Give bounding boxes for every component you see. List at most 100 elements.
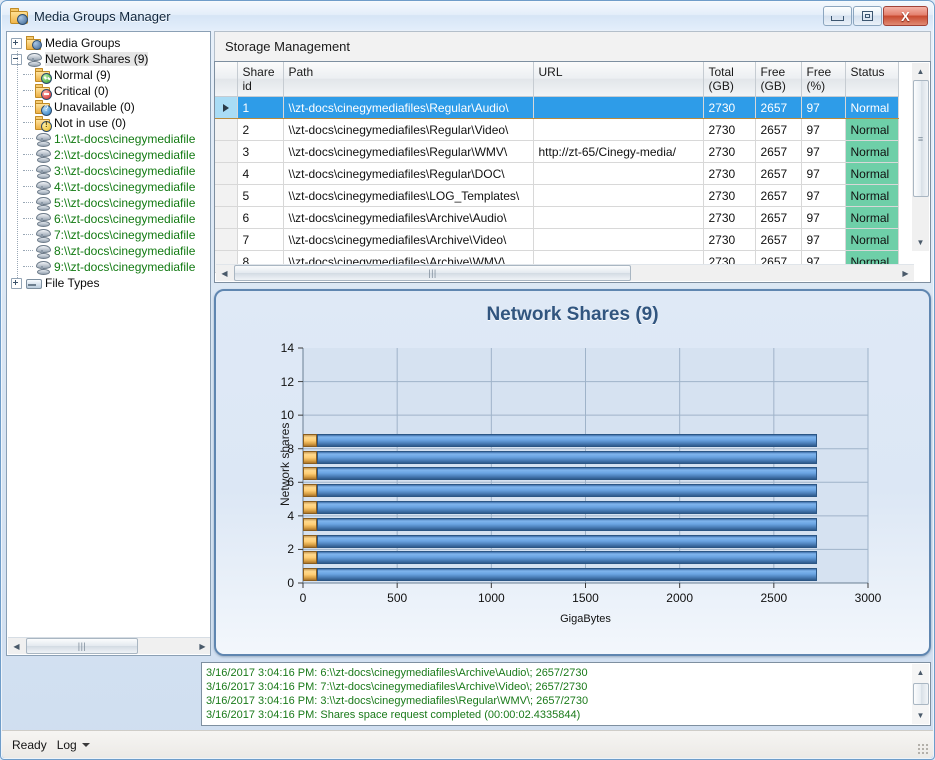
tree-item-5[interactable]: Not in use (0) [11, 115, 210, 132]
tree-item-6[interactable]: 1:\\zt-docs\cinegymediafile [11, 131, 210, 147]
tree-item-10[interactable]: 5:\\zt-docs\cinegymediafile [11, 195, 210, 211]
scroll-down-icon[interactable]: ▼ [912, 234, 929, 251]
grid-hscroll-thumb[interactable]: ||| [234, 265, 631, 281]
scroll-right-icon[interactable]: ▶ [194, 639, 210, 654]
column-header-free-pct[interactable]: Free (%) [801, 62, 846, 97]
column-header-total[interactable]: Total (GB) [703, 62, 756, 97]
log-vertical-scrollbar[interactable]: ▲ ▼ [912, 664, 929, 724]
row-header-cell[interactable] [215, 228, 238, 251]
cell-share-id[interactable]: 4 [237, 162, 284, 185]
scroll-left-icon[interactable]: ◀ [8, 639, 25, 654]
log-vscroll-thumb[interactable] [912, 683, 929, 705]
cell-free-gb[interactable]: 2657 [755, 118, 802, 141]
tree-item-14[interactable]: 9:\\zt-docs\cinegymediafile [11, 259, 210, 275]
expand-icon[interactable] [11, 277, 22, 289]
column-header-free-gb[interactable]: Free (GB) [755, 62, 802, 97]
cell-share-id[interactable]: 2 [237, 118, 284, 141]
cell-total-gb[interactable]: 2730 [703, 140, 756, 163]
cell-free-gb[interactable]: 2657 [755, 184, 802, 207]
table-row[interactable]: 6 \\zt-docs\cinegymediafiles\Archive\Audi… [215, 206, 899, 229]
row-header-cell[interactable] [215, 206, 238, 229]
cell-free-pct[interactable]: 97 [801, 140, 846, 163]
cell-total-gb[interactable]: 2730 [703, 184, 756, 207]
cell-total-gb[interactable]: 2730 [703, 206, 756, 229]
cell-path[interactable]: \\zt-docs\cinegymediafiles\Archive\Audio… [283, 206, 534, 229]
scroll-up-icon[interactable]: ▲ [912, 63, 929, 80]
row-header-corner[interactable] [215, 62, 238, 97]
table-row[interactable]: 2 \\zt-docs\cinegymediafiles\Regular\Vide… [215, 118, 899, 141]
table-row[interactable]: 3 \\zt-docs\cinegymediafiles\Regular\WMV\… [215, 140, 899, 163]
resize-grip-icon[interactable] [917, 743, 929, 755]
column-header-status[interactable]: Status [845, 62, 899, 97]
status-badge[interactable]: Normal [845, 206, 899, 229]
cell-path[interactable]: \\zt-docs\cinegymediafiles\LOG_Templates… [283, 184, 534, 207]
cell-url[interactable] [533, 228, 704, 251]
tree-item-12[interactable]: 7:\\zt-docs\cinegymediafile [11, 227, 210, 243]
table-row[interactable]: 1 \\zt-docs\cinegymediafiles\Regular\Audi… [215, 96, 899, 119]
cell-free-gb[interactable]: 2657 [755, 206, 802, 229]
cell-path[interactable]: \\zt-docs\cinegymediafiles\Regular\Video… [283, 118, 534, 141]
column-header-share-id[interactable]: Share id [237, 62, 284, 97]
maximize-button[interactable] [853, 6, 882, 26]
grid-scroll-left-icon[interactable]: ◀ [216, 266, 233, 281]
cell-path[interactable]: \\zt-docs\cinegymediafiles\Regular\Audio… [283, 96, 534, 119]
cell-free-gb[interactable]: 2657 [755, 162, 802, 185]
tree-scroll-thumb[interactable]: ||| [26, 638, 138, 654]
tree-item-3[interactable]: Critical (0) [11, 83, 210, 100]
log-panel[interactable]: 3/16/2017 3:04:16 PM: 6:\\zt-docs\cinegy… [201, 662, 931, 726]
cell-free-pct[interactable]: 97 [801, 118, 846, 141]
tree-item-2[interactable]: Normal (9) [11, 67, 210, 84]
tree-item-4[interactable]: Unavailable (0) [11, 99, 210, 116]
cell-url[interactable] [533, 184, 704, 207]
tree-item-7[interactable]: 2:\\zt-docs\cinegymediafile [11, 147, 210, 163]
tree-item-1[interactable]: Network Shares (9) [11, 51, 210, 67]
tree-item-15[interactable]: File Types [11, 275, 210, 291]
status-log-menu[interactable]: Log [57, 738, 90, 752]
grid-vertical-scrollbar[interactable]: ▲ ≡ ▼ [912, 63, 929, 251]
log-scroll-up-icon[interactable]: ▲ [912, 664, 929, 681]
cell-free-pct[interactable]: 97 [801, 206, 846, 229]
cell-total-gb[interactable]: 2730 [703, 228, 756, 251]
cell-url[interactable] [533, 206, 704, 229]
status-badge[interactable]: Normal [845, 118, 899, 141]
expand-icon[interactable] [11, 37, 22, 49]
log-scroll-down-icon[interactable]: ▼ [912, 707, 929, 724]
cell-path[interactable]: \\zt-docs\cinegymediafiles\Regular\DOC\ [283, 162, 534, 185]
cell-free-gb[interactable]: 2657 [755, 96, 802, 119]
tree-item-0[interactable]: Media Groups [11, 35, 210, 51]
cell-free-pct[interactable]: 97 [801, 162, 846, 185]
status-badge[interactable]: Normal [845, 140, 899, 163]
row-header-cell[interactable] [215, 118, 238, 141]
cell-free-pct[interactable]: 97 [801, 228, 846, 251]
status-badge[interactable]: Normal [845, 162, 899, 185]
status-badge[interactable]: Normal [845, 228, 899, 251]
cell-path[interactable]: \\zt-docs\cinegymediafiles\Archive\Video… [283, 228, 534, 251]
cell-url[interactable] [533, 162, 704, 185]
column-header-path[interactable]: Path [283, 62, 534, 97]
cell-total-gb[interactable]: 2730 [703, 96, 756, 119]
status-badge[interactable]: Normal [845, 184, 899, 207]
tree-panel[interactable]: Media Groups Network Shares (9) Normal (9)… [6, 31, 211, 656]
cell-total-gb[interactable]: 2730 [703, 162, 756, 185]
tree-item-8[interactable]: 3:\\zt-docs\cinegymediafile [11, 163, 210, 179]
tree-item-11[interactable]: 6:\\zt-docs\cinegymediafile [11, 211, 210, 227]
cell-share-id[interactable]: 1 [237, 96, 284, 119]
cell-share-id[interactable]: 6 [237, 206, 284, 229]
minimize-button[interactable] [823, 6, 852, 26]
row-header-cell[interactable] [215, 184, 238, 207]
status-badge[interactable]: Normal [845, 96, 899, 119]
cell-url[interactable] [533, 96, 704, 119]
tree-item-9[interactable]: 4:\\zt-docs\cinegymediafile [11, 179, 210, 195]
cell-total-gb[interactable]: 2730 [703, 118, 756, 141]
cell-free-gb[interactable]: 2657 [755, 228, 802, 251]
grid-vscroll-thumb[interactable]: ≡ [912, 80, 929, 197]
cell-share-id[interactable]: 3 [237, 140, 284, 163]
cell-free-pct[interactable]: 97 [801, 96, 846, 119]
row-header-cell[interactable] [215, 140, 238, 163]
cell-free-pct[interactable]: 97 [801, 184, 846, 207]
column-header-url[interactable]: URL [533, 62, 704, 97]
cell-path[interactable]: \\zt-docs\cinegymediafiles\Regular\WMV\ [283, 140, 534, 163]
row-header-cell[interactable] [215, 162, 238, 185]
tree-horizontal-scrollbar[interactable]: ◀ ||| ▶ [8, 637, 210, 654]
cell-share-id[interactable]: 5 [237, 184, 284, 207]
